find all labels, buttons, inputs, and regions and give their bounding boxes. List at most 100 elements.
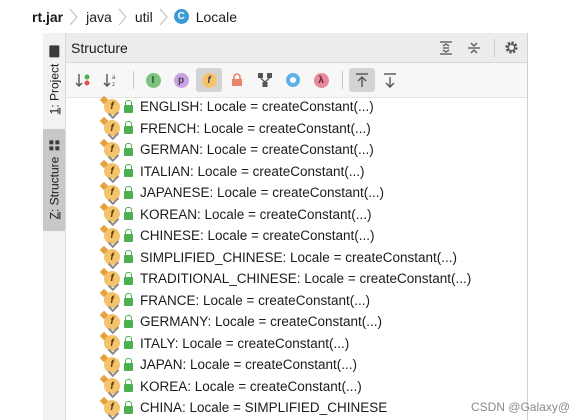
tree-row-field[interactable]: f SIMPLIFIED_CHINESE: Locale = createCons… xyxy=(66,247,527,269)
sort-alphabetically-button[interactable]: a z xyxy=(99,68,125,92)
tree-row-field[interactable]: f KOREA: Locale = createConstant(...) xyxy=(66,376,527,398)
breadcrumb: rt.jar java util C Locale xyxy=(30,0,578,33)
breadcrumb-label: rt.jar xyxy=(32,8,64,25)
show-fields-button[interactable]: f xyxy=(196,68,222,92)
tab-project-label: : Project xyxy=(47,63,62,108)
tree-row-field[interactable]: f GERMANY: Locale = createConstant(...) xyxy=(66,311,527,333)
tree-row-field[interactable]: f CHINA: Locale = SIMPLIFIED_CHINESE xyxy=(66,397,527,419)
show-properties-button[interactable]: p xyxy=(168,68,194,92)
show-lambdas-button[interactable]: λ xyxy=(308,68,334,92)
structure-tree: f ENGLISH: Locale = createConstant(...) f F… xyxy=(66,96,527,419)
panel-title: Structure xyxy=(71,39,128,56)
field-icon: f xyxy=(104,378,120,395)
class-icon: C xyxy=(173,9,189,24)
sort-alphabetically-icon: a z xyxy=(103,74,116,88)
sort-by-visibility-button[interactable] xyxy=(71,68,97,92)
tab-project-number: 1 xyxy=(47,107,62,115)
field-icon: f xyxy=(104,356,120,373)
tool-window-strip: 1: Project Z: Structure xyxy=(43,33,66,420)
field-label: ITALY: Locale = createConstant(...) xyxy=(140,335,350,351)
field-label: JAPAN: Locale = createConstant(...) xyxy=(140,357,357,373)
field-icon: f xyxy=(104,227,120,244)
autoscroll-from-source-button[interactable] xyxy=(377,68,403,92)
public-lock-icon xyxy=(124,271,133,285)
breadcrumb-item-jar[interactable]: rt.jar xyxy=(30,9,65,25)
expand-all-icon xyxy=(440,40,452,55)
autoscroll-from-source-icon xyxy=(384,73,396,88)
structure-icon xyxy=(49,140,60,151)
tab-structure-number: Z xyxy=(47,212,62,220)
tree-row-field[interactable]: f TRADITIONAL_CHINESE: Locale = createCon… xyxy=(66,268,527,290)
show-anonymous-button[interactable] xyxy=(280,68,306,92)
tree-row-field[interactable]: f JAPANESE: Locale = createConstant(...) xyxy=(66,182,527,204)
field-label: ENGLISH: Locale = createConstant(...) xyxy=(140,99,374,115)
tree-row-field[interactable]: f GERMAN: Locale = createConstant(...) xyxy=(66,139,527,161)
collapse-all-icon xyxy=(468,42,480,53)
show-non-public-button[interactable] xyxy=(224,68,250,92)
anonymous-class-icon xyxy=(286,73,300,87)
field-icon: f xyxy=(104,98,120,115)
collapse-all-button[interactable] xyxy=(462,37,486,59)
watermark: CSDN @Galaxy@ xyxy=(470,400,570,414)
tree-row-field[interactable]: f ITALIAN: Locale = createConstant(...) xyxy=(66,161,527,183)
field-label: SIMPLIFIED_CHINESE: Locale = createConst… xyxy=(140,249,457,265)
field-icon: f xyxy=(104,206,120,223)
field-label: CHINESE: Locale = createConstant(...) xyxy=(140,228,375,244)
tree-row-field[interactable]: f KOREAN: Locale = createConstant(...) xyxy=(66,204,527,226)
panel-header: Structure xyxy=(66,33,527,63)
public-lock-icon xyxy=(124,121,133,135)
toolbar-separator xyxy=(133,71,134,89)
breadcrumb-label: java xyxy=(86,8,112,25)
field-label: TRADITIONAL_CHINESE: Locale = createCons… xyxy=(140,271,472,287)
field-icon: f xyxy=(104,270,120,287)
breadcrumb-item-locale[interactable]: C Locale xyxy=(173,8,239,25)
autoscroll-to-source-icon xyxy=(356,73,368,87)
breadcrumb-item-java[interactable]: java xyxy=(84,9,114,25)
tree-row-field[interactable]: f JAPAN: Locale = createConstant(...) xyxy=(66,354,527,376)
show-inherited-button[interactable]: I xyxy=(140,68,166,92)
field-icon: f xyxy=(104,335,120,352)
svg-text:a: a xyxy=(112,75,116,81)
properties-icon: p xyxy=(173,72,189,88)
public-lock-icon xyxy=(124,228,133,242)
tree-row-field[interactable]: f ITALY: Locale = createConstant(...) xyxy=(66,333,527,355)
lambda-icon: λ xyxy=(313,72,329,88)
public-lock-icon xyxy=(124,207,133,221)
tab-structure[interactable]: Z: Structure xyxy=(43,129,65,231)
tab-project[interactable]: 1: Project xyxy=(43,37,65,123)
field-label: GERMANY: Locale = createConstant(...) xyxy=(140,314,382,330)
toolbar-separator xyxy=(342,71,343,89)
lock-icon xyxy=(232,73,242,86)
public-lock-icon xyxy=(124,99,133,113)
breadcrumb-item-util[interactable]: util xyxy=(133,9,155,25)
tree-row-field[interactable]: f ENGLISH: Locale = createConstant(...) xyxy=(66,96,527,118)
field-icon: f xyxy=(104,141,120,158)
field-label: KOREAN: Locale = createConstant(...) xyxy=(140,206,372,222)
public-lock-icon xyxy=(124,142,133,156)
tree-row-field[interactable]: f FRANCE: Locale = createConstant(...) xyxy=(66,290,527,312)
tree-row-field[interactable]: f FRENCH: Locale = createConstant(...) xyxy=(66,118,527,140)
show-hierarchy-button[interactable] xyxy=(252,68,278,92)
field-label: JAPANESE: Locale = createConstant(...) xyxy=(140,185,384,201)
breadcrumb-label: Locale xyxy=(195,8,237,25)
public-lock-icon xyxy=(124,293,133,307)
field-icon: f xyxy=(104,249,120,266)
field-icon: f xyxy=(104,292,120,309)
public-lock-icon xyxy=(124,250,133,264)
field-icon: f xyxy=(104,313,120,330)
field-label: ITALIAN: Locale = createConstant(...) xyxy=(140,163,365,179)
hierarchy-icon xyxy=(258,73,272,87)
field-icon: f xyxy=(104,163,120,180)
autoscroll-to-source-button[interactable] xyxy=(349,68,375,92)
public-lock-icon xyxy=(124,357,133,371)
field-icon: f xyxy=(104,184,120,201)
settings-button[interactable] xyxy=(499,37,523,59)
chevron-right-icon xyxy=(159,8,168,25)
tree-row-field[interactable]: f CHINESE: Locale = createConstant(...) xyxy=(66,225,527,247)
expand-all-button[interactable] xyxy=(434,37,458,59)
public-lock-icon xyxy=(124,336,133,350)
structure-toolbar: a z I p f λ xyxy=(66,63,527,98)
structure-panel: Structure a z I p f λ f ENGLISH: Locale … xyxy=(66,33,528,420)
public-lock-icon xyxy=(124,164,133,178)
public-lock-icon xyxy=(124,379,133,393)
